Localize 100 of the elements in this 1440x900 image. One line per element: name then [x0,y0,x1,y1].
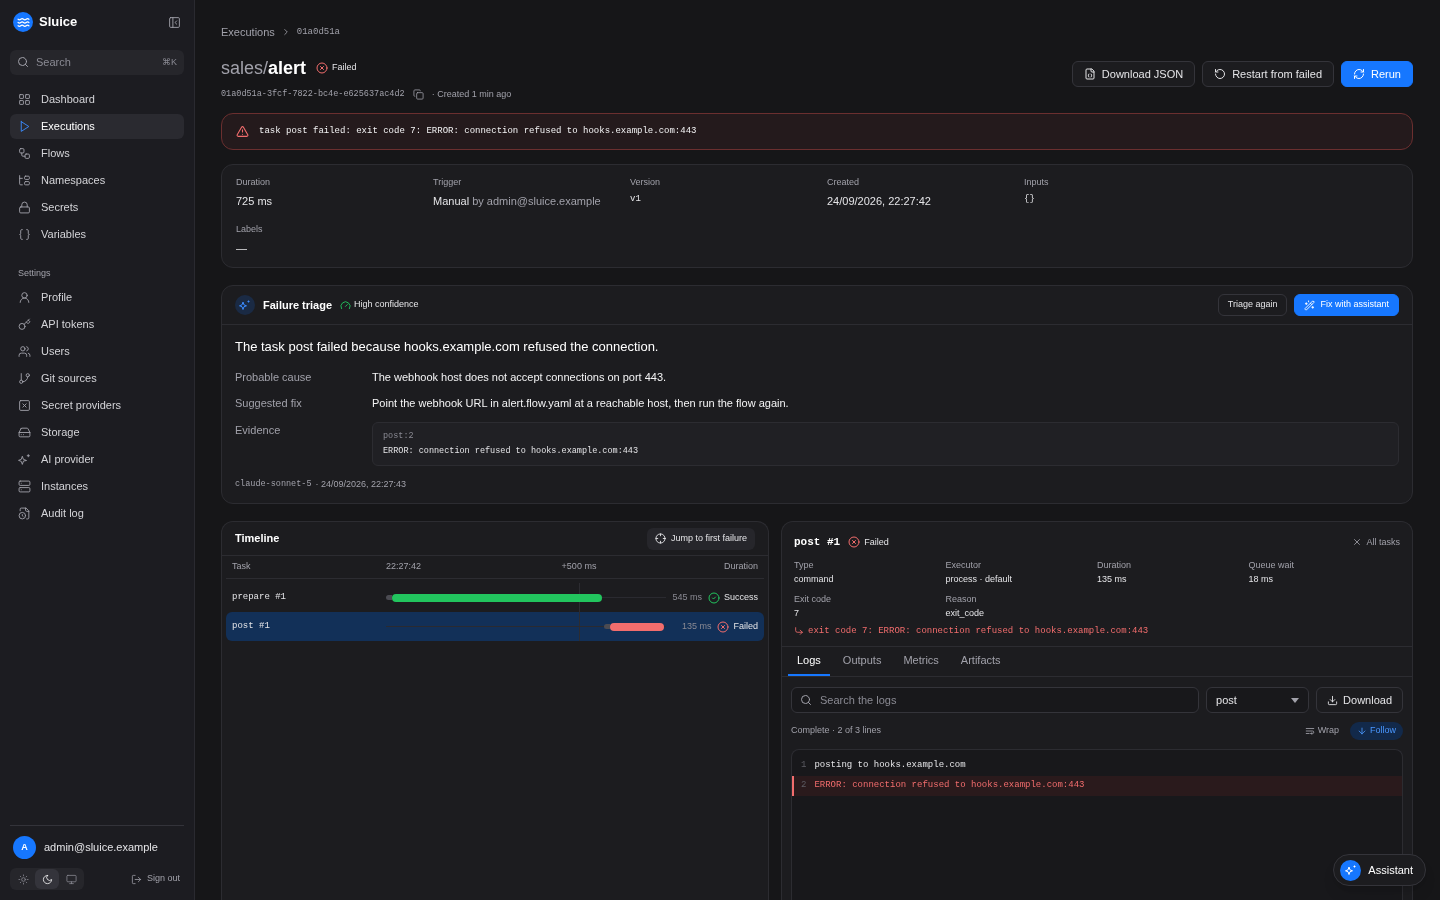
all-tasks-button[interactable]: All tasks [1352,535,1400,549]
field-value: v1 [630,192,642,206]
gauge-icon [340,299,352,311]
triage-title: Failure triage [263,297,333,313]
field-value: 725 ms [236,193,274,209]
assistant-icon [1340,859,1362,881]
assistant-button[interactable]: Assistant [1333,854,1426,886]
search-icon [800,694,812,706]
task-select[interactable]: post [1206,687,1310,713]
play-icon [18,119,31,133]
sidebar-item[interactable]: Namespaces [10,167,184,193]
sidebar-item[interactable]: Variables [10,221,184,247]
row-label: Probable cause [235,369,313,385]
triage-button[interactable]: Triage again [1217,294,1288,316]
failed-icon [848,536,861,549]
timeline-row[interactable]: prepare #1 545 ms Success [226,583,764,612]
field-label: Executor [945,558,983,572]
field-label: Duration [1097,558,1133,572]
corner-arrow-icon [794,626,804,637]
timeline-row[interactable]: post #1 135 ms Failed [226,612,764,641]
field-value: command [794,573,835,586]
shortcut-hint: ⌘K [162,56,177,69]
field-value: 135 ms [1097,573,1128,586]
key-icon [18,318,31,331]
sidebar-item[interactable]: Instances [10,474,184,499]
status-label: Failed [864,535,889,549]
field-value: process · default [945,573,1014,586]
square-x-icon [18,399,31,412]
tab[interactable]: Logs [788,646,830,676]
field-label: Created [827,176,861,189]
sidebar-item[interactable]: API tokens [10,312,184,337]
task-error: exit code 7: ERROR: connection refused to hooks.example.com:443 [808,624,1149,638]
log-search-field[interactable]: Search the logs [791,687,1200,713]
sidebar-item[interactable]: Profile [10,285,184,310]
section-heading: Settings [17,266,52,280]
triage-time: · 24/09/2026, 22:27:43 [315,477,407,491]
sign-out-link[interactable]: Sign out [130,872,184,886]
field-label: Queue wait [1248,558,1296,572]
wand-icon [1304,299,1316,311]
action-button[interactable]: Rerun [1341,61,1413,87]
copy-icon [412,88,424,100]
tab[interactable]: Artifacts [951,646,1010,676]
status-label: Failed [733,619,758,633]
row-value: The webhook host does not accept connections on port 443. [372,369,668,385]
tab[interactable]: Metrics [894,646,948,676]
file-json-icon [1083,68,1096,80]
field-label: Labels [236,223,264,236]
monitor-icon [65,873,77,885]
sidebar-item[interactable]: Audit log [10,501,184,526]
task-name: post #1 [232,619,271,633]
download-button[interactable]: Download [1316,687,1403,713]
field-value: 24/09/2026, 22:27:42 [827,193,932,209]
field-value: Manual by admin@sluice.example [433,193,602,209]
follow-toggle[interactable]: Follow [1350,722,1403,740]
user-icon [18,291,31,304]
triage-summary: The task post failed because hooks.example.com refused the connection. [235,338,660,356]
field-label: Type [794,558,815,572]
sidebar-item[interactable]: Executions [10,113,184,139]
wrap-icon [1304,726,1315,736]
users-icon [18,345,31,358]
breadcrumb-link[interactable]: Executions [221,24,275,41]
row-label: Evidence [235,422,282,438]
theme-button[interactable] [35,869,59,889]
sidebar-item[interactable]: Secret providers [10,393,184,418]
triage-button[interactable]: Fix with assistant [1294,294,1399,316]
tab[interactable]: Outputs [833,646,891,676]
row-label: Suggested fix [235,396,303,411]
user-avatar: A [13,836,36,859]
success-icon [708,591,720,604]
row-value: Point the webhook URL in alert.flow.yaml at a reachable host, then run the flow again. [372,396,790,411]
field-value: — [236,240,248,256]
sidebar-item[interactable]: Users [10,339,184,364]
jump-button[interactable]: Jump to first failure [646,527,755,550]
field-value: 18 ms [1248,573,1274,586]
panel-title: Timeline [235,531,280,547]
sidebar-item[interactable]: AI provider [10,447,184,472]
field-label: Exit code [794,592,833,606]
status-label: Success [724,590,758,604]
sun-icon [17,873,29,885]
model-name: claude-sonnet-5 [235,477,312,491]
column-header: Task [232,560,251,574]
column-header: 22:27:42 [386,560,422,574]
sidebar-item[interactable]: Flows [10,140,184,166]
sidebar-item[interactable]: Dashboard [10,86,184,112]
moon-icon [41,873,53,885]
log-text: posting to hooks.example.com [814,759,966,773]
error-message: task post failed: exit code 7: ERROR: connection refused to hooks.example.com:443 [259,124,697,138]
folder-tree-icon [18,173,31,187]
sidebar-item[interactable]: Secrets [10,194,184,220]
task-name: prepare #1 [232,590,287,604]
field-value: {} [1024,192,1036,206]
dropdown-icon [1291,697,1300,703]
sidebar-item[interactable]: Git sources [10,366,184,391]
action-button[interactable]: Download JSON [1071,61,1196,87]
action-button[interactable]: Restart from failed [1202,61,1335,87]
sidebar-item[interactable]: Storage [10,420,184,445]
wrap-toggle[interactable]: Wrap [1297,722,1346,740]
field-label: Trigger [433,176,463,189]
field-label: Version [630,176,662,189]
sparkles-icon [18,453,31,466]
